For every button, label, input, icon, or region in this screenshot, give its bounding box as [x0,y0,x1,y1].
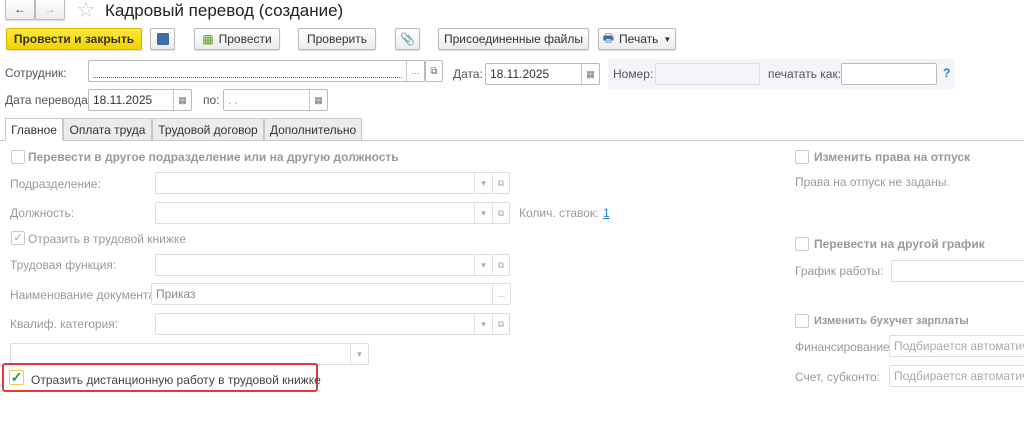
post-label: Провести [218,32,272,46]
calendar-icon[interactable]: ▦ [309,90,327,110]
position-label: Должность: [10,206,75,220]
vacation-checkbox-label: Изменить права на отпуск [814,150,970,164]
floppy-disk-icon [156,33,169,45]
open-window-icon[interactable]: ⧉ [492,255,509,275]
schedule-checkbox[interactable] [795,237,809,251]
date-label: Дата: [453,67,483,81]
doc-name-input[interactable]: Приказ... [151,283,511,305]
page-title: Кадровый перевод (создание) [105,1,344,20]
doc-name-value: Приказ [156,287,196,301]
check-button[interactable]: Проверить [298,28,376,50]
save-button[interactable] [150,28,175,50]
attached-files-button[interactable]: Присоединенные файлы [438,28,589,50]
transfer-checkbox-label: Перевести в другое подразделение или на … [28,150,399,164]
transfer-date-input[interactable]: 18.11.2025 ▦ [88,89,192,111]
post-and-close-button[interactable]: Провести и закрыть [6,28,142,50]
extra-combo[interactable]: ▾ [10,343,369,365]
workbook-checkbox-label: Отразить в трудовой книжке [28,232,186,246]
department-label: Подразделение: [10,177,101,191]
favorite-star-icon[interactable]: ☆ [76,0,96,23]
to-date-input[interactable]: . . ▦ [223,89,328,111]
tab-payment[interactable]: Оплата труда [63,118,152,141]
required-underline [93,77,402,78]
schedule-input[interactable] [891,260,1024,282]
labor-function-input[interactable]: ▾ ⧉ [155,254,510,276]
back-button[interactable]: ← [5,0,35,20]
transfer-date-value: 18.11.2025 [93,93,153,107]
forward-button[interactable]: → [35,0,65,20]
account-input[interactable]: Подбирается автоматически [889,365,1024,387]
to-date-value: . . [228,93,239,107]
attach-button[interactable]: 📎 [395,28,420,50]
calendar-icon[interactable]: ▦ [581,64,599,84]
employee-input[interactable]: ... [88,60,425,82]
help-link[interactable]: ? [943,66,950,80]
select-button[interactable]: ... [492,284,510,304]
arrow-right-icon: → [44,2,56,16]
tab-contract[interactable]: Трудовой договор [152,118,264,141]
qualif-input[interactable]: ▾ ⧉ [155,313,510,335]
print-label: Печать [619,32,659,46]
arrow-left-icon: ← [14,2,26,16]
doc-name-label: Наименование документа: [10,288,159,302]
vacation-checkbox[interactable] [795,150,809,164]
tab-main[interactable]: Главное [5,118,63,141]
dropdown-icon[interactable]: ▾ [474,203,492,223]
rates-label: Колич. ставок: [519,206,599,220]
number-input[interactable] [655,63,760,85]
tab-additional[interactable]: Дополнительно [264,118,362,141]
post-document-icon: ▦ [202,32,214,46]
qualif-label: Квалиф. категория: [10,317,119,331]
schedule-label: График работы: [795,264,884,278]
paperclip-icon: 📎 [400,32,415,46]
printer-icon: 🖶 [602,30,615,45]
remote-work-checkbox[interactable]: ✓ [9,370,24,385]
to-label: по: [203,93,220,107]
dropdown-icon[interactable]: ▾ [474,255,492,275]
open-window-icon[interactable]: ⧉ [492,173,509,193]
print-as-input[interactable] [841,63,937,85]
financing-input[interactable]: Подбирается автоматически [889,335,1024,357]
financing-label: Финансирование: [795,340,894,354]
open-button[interactable]: ⧉ [425,60,443,82]
account-label: Счет, субконто: [795,370,880,384]
calendar-icon[interactable]: ▦ [173,90,191,110]
department-input[interactable]: ▾ ⧉ [155,172,510,194]
accounting-checkbox[interactable] [795,314,809,328]
chevron-down-icon: ▼ [663,34,672,44]
accounting-checkbox-label: Изменить бухучет зарплаты [814,315,969,327]
vacation-text: Права на отпуск не заданы. [795,175,950,189]
rates-link[interactable]: 1 [603,206,610,220]
position-input[interactable]: ▾ ⧉ [155,202,510,224]
labor-function-label: Трудовая функция: [10,258,117,272]
print-button[interactable]: 🖶 Печать ▼ [598,28,676,50]
post-button[interactable]: ▦ Провести [194,28,280,50]
print-as-label: печатать как: [768,67,842,81]
date-value: 18.11.2025 [490,67,550,81]
dropdown-icon[interactable]: ▾ [474,314,492,334]
dropdown-icon[interactable]: ▾ [474,173,492,193]
open-window-icon[interactable]: ⧉ [492,314,509,334]
open-window-icon[interactable]: ⧉ [492,203,509,223]
workbook-checkbox[interactable]: ✓ [11,231,25,245]
schedule-checkbox-label: Перевести на другой график [814,237,985,251]
employee-label: Сотрудник: [5,66,67,80]
number-label: Номер: [613,67,654,81]
transfer-date-label: Дата перевода: [5,93,92,107]
remote-work-checkbox-label: Отразить дистанционную работу в трудовой… [31,373,321,387]
select-button[interactable]: ... [406,61,424,81]
transfer-checkbox[interactable] [11,150,25,164]
open-window-icon: ⧉ [430,65,438,77]
dropdown-icon[interactable]: ▾ [350,344,368,364]
date-input[interactable]: 18.11.2025 ▦ [485,63,600,85]
